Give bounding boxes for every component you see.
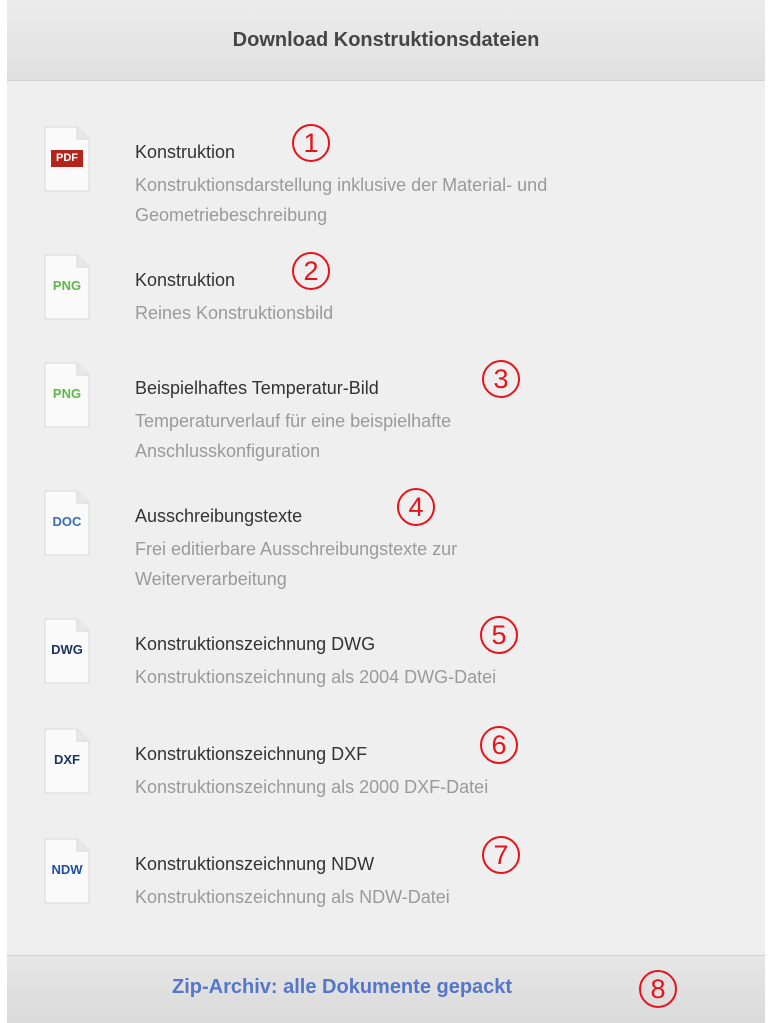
marker-badge: 6 bbox=[480, 726, 518, 764]
download-item-png-construction[interactable]: PNG Konstruktion 2 Reines Konstruktionsb… bbox=[7, 246, 765, 336]
file-type-label: DOC bbox=[52, 514, 82, 529]
panel-footer: Zip-Archiv: alle Dokumente gepackt 8 bbox=[7, 956, 765, 1023]
marker-badge: 8 bbox=[639, 970, 677, 1008]
item-description: Reines Konstruktionsbild bbox=[135, 303, 334, 323]
file-type-label: PNG bbox=[52, 278, 82, 293]
item-description: Konstruktionszeichnung als 2000 DXF-Date… bbox=[135, 777, 489, 797]
download-item-dxf[interactable]: DXF Konstruktionszeichnung DXF 6 Konstru… bbox=[7, 720, 765, 810]
item-title[interactable]: Konstruktionszeichnung DXF bbox=[135, 744, 367, 765]
item-title[interactable]: Konstruktionszeichnung DWG bbox=[135, 634, 375, 655]
item-title[interactable]: Ausschreibungstexte bbox=[135, 506, 302, 527]
dxf-file-icon: DXF bbox=[44, 728, 90, 794]
download-item-ndw[interactable]: NDW Konstruktionszeichnung NDW 7 Konstru… bbox=[7, 830, 765, 920]
item-description: Konstruktionszeichnung als NDW-Datei bbox=[135, 887, 450, 907]
download-item-dwg[interactable]: DWG Konstruktionszeichnung DWG 5 Konstru… bbox=[7, 610, 765, 700]
file-type-label: PDF bbox=[51, 150, 83, 167]
item-description: Frei editierbare Ausschreibungstexte zur… bbox=[135, 539, 458, 589]
download-item-doc[interactable]: DOC Ausschreibungstexte 4 Frei editierba… bbox=[7, 482, 765, 602]
marker-badge: 7 bbox=[482, 836, 520, 874]
file-type-label: PNG bbox=[52, 386, 82, 401]
zip-archive-link[interactable]: Zip-Archiv: alle Dokumente gepackt bbox=[172, 976, 512, 999]
marker-badge: 1 bbox=[292, 124, 330, 162]
dwg-file-icon: DWG bbox=[44, 618, 90, 684]
png-file-icon: PNG bbox=[44, 362, 90, 428]
marker-badge: 3 bbox=[482, 360, 520, 398]
item-title[interactable]: Konstruktion bbox=[135, 142, 235, 163]
marker-badge: 5 bbox=[480, 616, 518, 654]
item-description: Temperaturverlauf für eine beispielhafte… bbox=[135, 411, 452, 461]
ndw-file-icon: NDW bbox=[44, 838, 90, 904]
file-type-label: NDW bbox=[51, 862, 83, 877]
marker-badge: 4 bbox=[397, 488, 435, 526]
download-item-png-temperature[interactable]: PNG Beispielhaftes Temperatur-Bild 3 Tem… bbox=[7, 354, 765, 474]
panel-header: Download Konstruktionsdateien bbox=[7, 0, 765, 81]
pdf-file-icon: PDF bbox=[44, 126, 90, 192]
panel-title: Download Konstruktionsdateien bbox=[232, 28, 540, 51]
item-title[interactable]: Konstruktion bbox=[135, 270, 235, 291]
file-type-label: DWG bbox=[51, 642, 83, 657]
item-title[interactable]: Konstruktionszeichnung NDW bbox=[135, 854, 374, 875]
item-description: Konstruktionsdarstellung inklusive der M… bbox=[135, 175, 548, 225]
item-description: Konstruktionszeichnung als 2004 DWG-Date… bbox=[135, 667, 497, 687]
item-title[interactable]: Beispielhaftes Temperatur-Bild bbox=[135, 378, 379, 399]
download-item-pdf[interactable]: PDF Konstruktion 1 Konstruktionsdarstell… bbox=[7, 118, 765, 238]
marker-badge: 2 bbox=[292, 252, 330, 290]
download-panel: Download Konstruktionsdateien PDF Konstr… bbox=[7, 0, 765, 1023]
png-file-icon: PNG bbox=[44, 254, 90, 320]
doc-file-icon: DOC bbox=[44, 490, 90, 556]
file-type-label: DXF bbox=[54, 752, 80, 767]
